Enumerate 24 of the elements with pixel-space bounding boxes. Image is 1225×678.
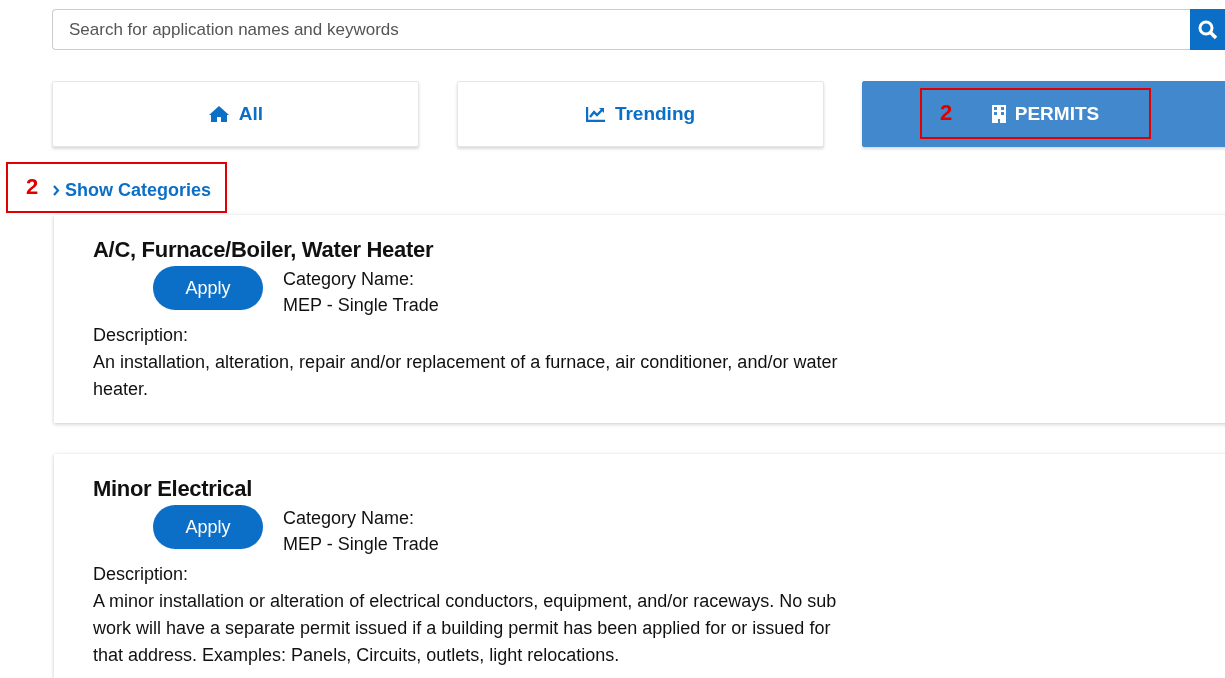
- category-label: Category Name:: [283, 268, 416, 291]
- search-button[interactable]: [1190, 9, 1225, 50]
- category-label: Category Name:: [283, 507, 416, 530]
- step-number: 2: [26, 175, 39, 199]
- tab[interactable]: Trending: [457, 81, 824, 147]
- home-icon: [207, 105, 230, 123]
- category-value: MEP - Single Trade: [283, 294, 439, 317]
- apply-button[interactable]: Apply: [153, 266, 263, 310]
- description-text: A minor installation or alteration of electrical conductors, equipment, and/or raceways. No sub work will have a separate permit issued if a building permit has been applied for or issued for that address. Examples: Panels, Circuits, outlets, light relocations.: [93, 590, 838, 667]
- description-label: Description:: [93, 324, 190, 347]
- show-categories-link[interactable]: Show Categories: [52, 180, 212, 201]
- description-text: An installation, alteration, repair and/or replacement of a furnace, air conditioner, and/or water heater.: [93, 351, 839, 401]
- chevron-icon: [52, 185, 60, 196]
- category-value: MEP - Single Trade: [283, 533, 439, 556]
- search-icon: [1198, 19, 1218, 40]
- result-title: Minor Electrical: [93, 476, 254, 502]
- apply-button[interactable]: Apply: [153, 505, 263, 549]
- line-chart-icon: [585, 106, 606, 122]
- tab[interactable]: All: [52, 81, 419, 147]
- building-icon: [991, 105, 1006, 123]
- result-title: A/C, Furnace/Boiler, Water Heater: [93, 237, 435, 263]
- step-number: 2: [940, 101, 953, 125]
- search-field[interactable]: Search for application names and keywords: [52, 9, 1190, 50]
- description-label: Description:: [93, 563, 190, 586]
